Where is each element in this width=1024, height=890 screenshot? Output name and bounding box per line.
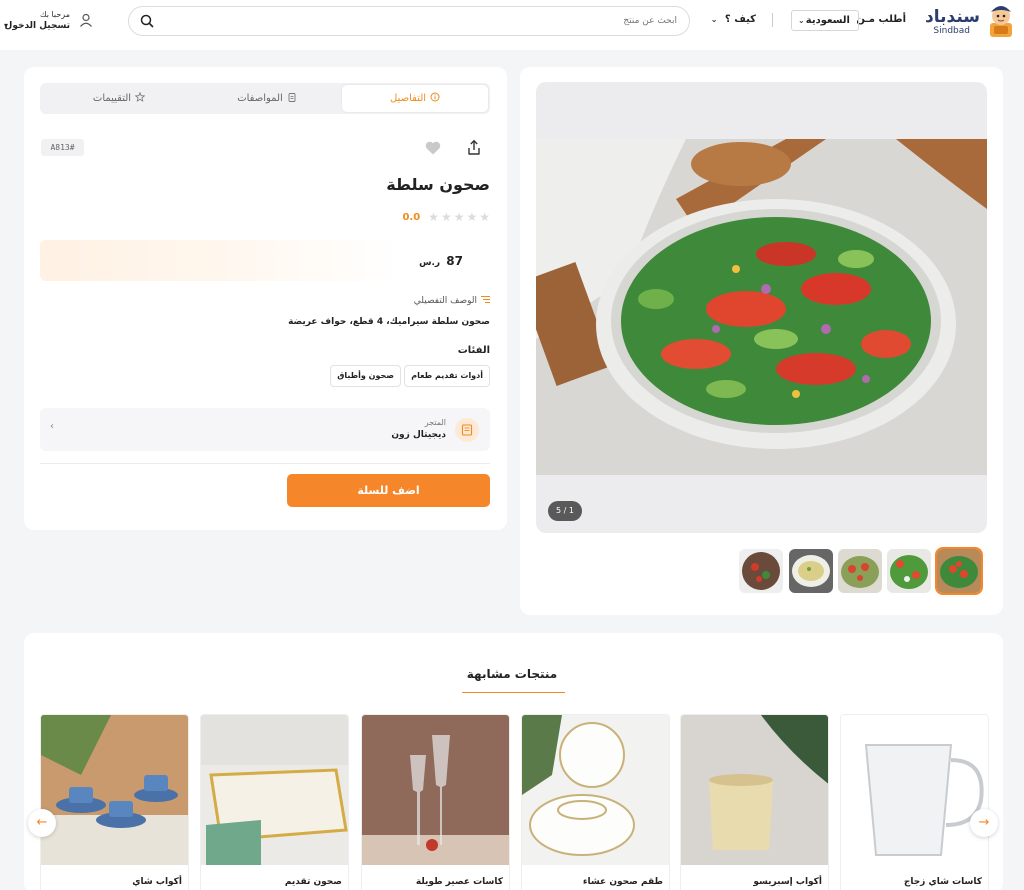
- product-image: [681, 715, 828, 865]
- arrow-right-icon: →: [978, 815, 990, 830]
- product-tabs: التفاصيل المواصفات التقييمات: [40, 83, 490, 114]
- product-price: 87 ر.س: [419, 254, 463, 268]
- signin-link[interactable]: تسجيل الدخول: [5, 21, 70, 31]
- chevron-down-icon: ⌄: [710, 15, 718, 24]
- product-gallery: 5 / 1: [520, 67, 1003, 615]
- category-chip[interactable]: أدوات تقديم طعام: [404, 365, 490, 387]
- price-amount: 87: [446, 254, 463, 268]
- tab-specifications[interactable]: المواصفات: [194, 85, 340, 112]
- add-to-cart-button[interactable]: اضف للسلة: [287, 474, 490, 507]
- rating-star-icon: ★: [453, 210, 465, 224]
- greeting-text: مرحبا بك: [39, 10, 70, 19]
- next-arrow-button[interactable]: →: [970, 809, 998, 837]
- sku-badge: A813#: [41, 139, 84, 156]
- how-dropdown[interactable]: كيف ؟ ⌄: [711, 14, 756, 25]
- rating-star-icon: ★: [466, 210, 478, 224]
- search-icon[interactable]: [139, 13, 155, 29]
- order-from-label: أطلب مـن: [856, 14, 906, 25]
- product-image: [841, 715, 988, 865]
- product-name: أكواب إسبريسو: [753, 877, 822, 887]
- category-chip[interactable]: صحون وأطباق: [330, 365, 401, 387]
- tab-specifications-label: المواصفات: [237, 93, 283, 104]
- chevron-left-icon: ‹: [50, 421, 54, 432]
- store-label: المتجر: [424, 418, 446, 427]
- arrow-left-icon: ←: [36, 815, 48, 830]
- share-icon[interactable]: [464, 138, 484, 158]
- price-currency: ر.س: [419, 258, 441, 268]
- description-heading: الوصف التفصيلي: [414, 295, 490, 306]
- main-product-image[interactable]: [536, 139, 987, 475]
- thumbnail-2[interactable]: [887, 549, 931, 593]
- thumbnail-1[interactable]: [935, 547, 983, 595]
- top-header: سندباد Sindbad أطلب مـن السعودية ⌄ كيف ؟…: [0, 0, 1024, 50]
- site-logo[interactable]: سندباد Sindbad: [900, 3, 1020, 39]
- country-select[interactable]: السعودية ⌄: [791, 10, 859, 31]
- logo-text-arabic: سندباد: [925, 7, 980, 27]
- store-card[interactable]: المتجر ديجيتال زون ‹: [40, 408, 490, 451]
- product-image: [201, 715, 348, 865]
- price-box: 87 ر.س: [40, 240, 490, 281]
- search-bar: [128, 6, 690, 36]
- product-image: [41, 715, 188, 865]
- product-info-panel: التفاصيل المواصفات التقييمات A813# صحون …: [24, 67, 507, 530]
- image-counter: 5 / 1: [548, 501, 582, 521]
- prev-arrow-button[interactable]: ←: [28, 809, 56, 837]
- info-icon: [430, 92, 440, 102]
- store-icon: [455, 418, 479, 442]
- product-card[interactable]: كاسات عصير طويلة: [361, 714, 510, 890]
- thumbnail-5[interactable]: [739, 549, 783, 593]
- section-divider: [40, 463, 490, 464]
- product-name: أكواب شاي: [132, 877, 182, 887]
- product-card[interactable]: طقم صحون عشاء: [521, 714, 670, 890]
- product-card[interactable]: صحون تقديم: [200, 714, 349, 890]
- user-icon: [80, 13, 92, 27]
- product-name: كاسات شاي زجاج: [903, 877, 982, 887]
- product-name: صحون تقديم: [284, 877, 342, 887]
- thumbnail-3[interactable]: [838, 549, 882, 593]
- similar-products-title: منتجات مشابهة: [466, 667, 558, 681]
- rating-star-icon: ★: [479, 210, 490, 224]
- store-name[interactable]: ديجيتال زون: [391, 430, 446, 440]
- search-input[interactable]: [163, 12, 677, 30]
- product-card[interactable]: كاسات شاي زجاج: [840, 714, 989, 890]
- mascot-icon: [990, 6, 1012, 37]
- rating-value: 0.0: [402, 211, 421, 223]
- product-title: صحون سلطة: [386, 175, 490, 194]
- logo-text-english: Sindbad: [933, 26, 970, 36]
- product-image: [522, 715, 669, 865]
- categories-heading: الفئات: [457, 345, 490, 356]
- tab-reviews-label: التقييمات: [92, 93, 132, 104]
- chevron-down-icon: ⌄: [798, 16, 805, 25]
- tab-details[interactable]: التفاصيل: [342, 85, 488, 112]
- similar-products-section: منتجات مشابهة كاسات شاي زجاج أكواب إسبري…: [24, 633, 1003, 890]
- main-image-frame: 5 / 1: [536, 82, 987, 533]
- product-rating: ★ ★ ★ ★ ★ 0.0: [402, 209, 490, 225]
- product-name: طقم صحون عشاء: [582, 877, 663, 887]
- description-label: الوصف التفصيلي: [413, 296, 477, 306]
- title-underline: [462, 692, 565, 693]
- product-name: كاسات عصير طويلة: [415, 877, 503, 887]
- thumbnail-4[interactable]: [789, 549, 833, 593]
- rating-star-icon: ★: [440, 210, 452, 224]
- product-card[interactable]: أكواب شاي: [40, 714, 189, 890]
- text-lines-icon: [481, 296, 490, 303]
- how-label: كيف ؟: [724, 14, 756, 25]
- tab-reviews[interactable]: التقييمات: [46, 85, 192, 112]
- clipboard-icon: [288, 93, 296, 102]
- product-description: صحون سلطة سيراميك، 4 قطع، حواف عريضة: [288, 317, 490, 327]
- star-icon: [135, 92, 146, 102]
- heart-icon[interactable]: [424, 139, 442, 157]
- header-divider: [772, 13, 773, 27]
- login-menu[interactable]: مرحبا بك تسجيل الدخول ▾: [4, 10, 96, 36]
- country-value: السعودية: [805, 15, 850, 26]
- product-image: [362, 715, 509, 865]
- product-card[interactable]: أكواب إسبريسو: [680, 714, 829, 890]
- rating-star-icon: ★: [428, 210, 439, 224]
- tab-details-label: التفاصيل: [389, 93, 427, 104]
- chevron-down-icon: ▾: [4, 21, 9, 30]
